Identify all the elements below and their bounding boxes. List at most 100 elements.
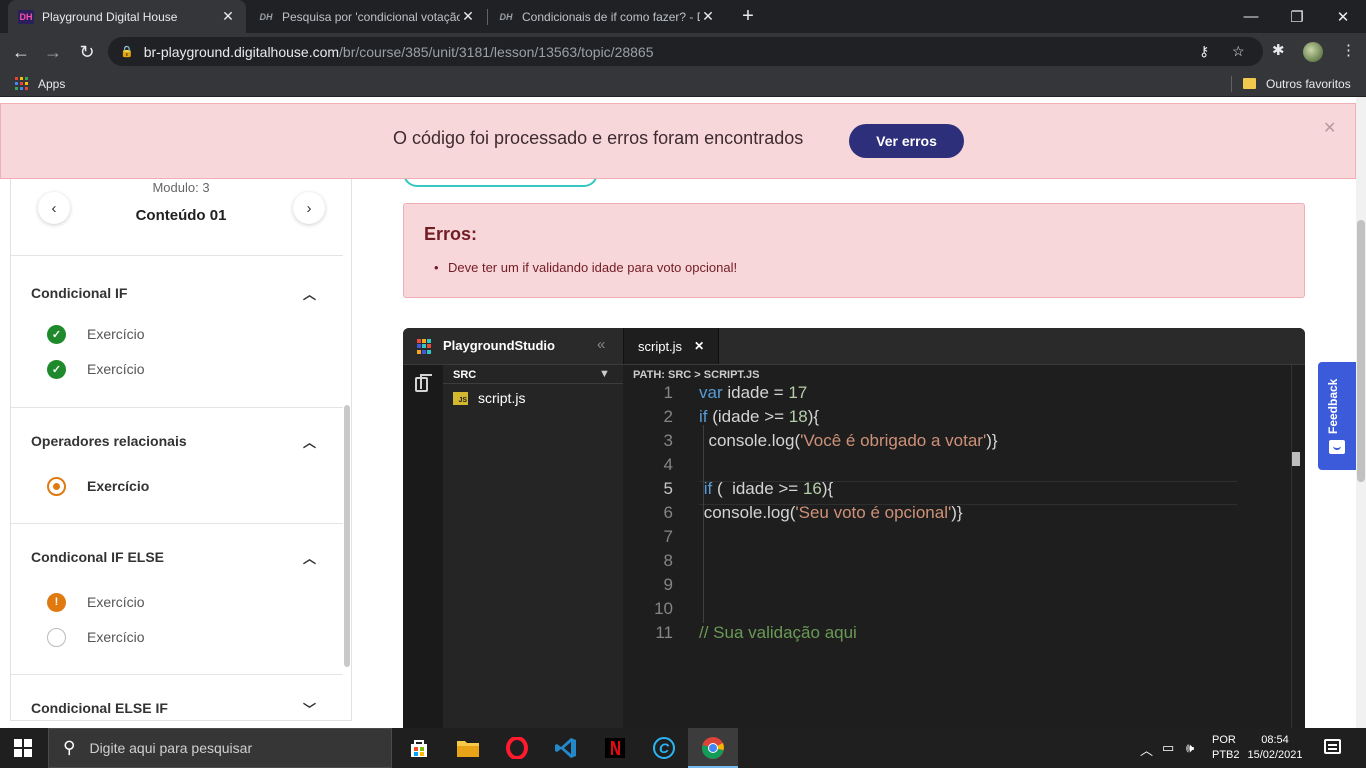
module-label: Modulo: 3: [152, 180, 210, 195]
system-clock[interactable]: 08:54 15/02/2021: [1246, 733, 1304, 763]
cortana-app-icon[interactable]: C: [649, 733, 679, 763]
chevron-up-icon[interactable]: ︿: [303, 284, 316, 303]
clock-date: 15/02/2021: [1247, 749, 1303, 761]
feedback-tab[interactable]: Feedback: [1318, 362, 1356, 470]
page-content: Modulo: 3 ‹ Conteúdo 01 › Condicional IF…: [0, 97, 1366, 728]
notifications-icon[interactable]: [1324, 739, 1341, 754]
close-window-button[interactable]: ✕: [1320, 0, 1366, 33]
tab-close-icon[interactable]: ✕: [220, 8, 236, 25]
profile-avatar[interactable]: [1303, 42, 1323, 62]
code-area[interactable]: 1 2 3 4 5 6 7 8 9 10 11 var idade = 17 if (idade >=…: [623, 383, 1293, 728]
tab-close-icon[interactable]: ✕: [460, 8, 476, 25]
minimize-button[interactable]: —: [1228, 0, 1274, 33]
other-bookmarks[interactable]: Outros favoritos: [1266, 77, 1351, 91]
course-sidebar: Modulo: 3 ‹ Conteúdo 01 › Condicional IF…: [10, 179, 352, 721]
extensions-icon[interactable]: ✱: [1272, 41, 1285, 59]
code-line[interactable]: var idade = 17: [699, 383, 807, 403]
store-icon[interactable]: [404, 733, 434, 763]
opera-icon[interactable]: [502, 733, 532, 763]
tab-close-icon[interactable]: ✕: [700, 8, 716, 25]
exercise-item[interactable]: ✓ Exercício: [47, 324, 145, 344]
folder-label[interactable]: SRC: [453, 369, 476, 381]
line-number: 3: [663, 431, 673, 450]
browser-tab-playground[interactable]: DH Playground Digital House ✕: [8, 0, 246, 33]
apps-bookmark[interactable]: Apps: [38, 77, 65, 91]
code-token: var: [699, 383, 723, 402]
show-hidden-icons-chevron-icon[interactable]: ︿: [1140, 740, 1153, 759]
back-button[interactable]: ←: [8, 39, 34, 65]
tab-title: Pesquisa por 'condicional votação: [282, 9, 460, 24]
code-token: console.log(: [699, 431, 801, 450]
close-icon[interactable]: ✕: [1323, 118, 1336, 138]
code-line[interactable]: console.log('Seu voto é opcional')}: [699, 503, 963, 523]
folder-icon: [1243, 78, 1256, 89]
digitalhouse-favicon-icon: DH: [499, 11, 513, 22]
section-title[interactable]: Condicional ELSE IF: [31, 700, 168, 716]
menu-kebab-icon[interactable]: ⋮: [1341, 41, 1356, 59]
code-line[interactable]: if (idade >= 18){: [699, 407, 819, 427]
line-number: 4: [663, 455, 673, 474]
netflix-icon[interactable]: [600, 733, 630, 763]
code-token: 'Você é obrigado a votar': [800, 431, 987, 450]
code-line[interactable]: // Sua validação aqui: [699, 623, 857, 643]
exercise-item[interactable]: Exercício: [47, 627, 145, 647]
chevron-up-icon[interactable]: ︿: [303, 432, 316, 451]
code-line[interactable]: console.log('Você é obrigado a votar')}: [699, 431, 998, 451]
browser-tab-condicionais[interactable]: DH Condicionais de if como fazer? - D ✕: [488, 0, 726, 33]
exercise-item[interactable]: Exercício: [47, 476, 149, 496]
key-icon[interactable]: ⚷: [1199, 43, 1209, 60]
clock-time: 08:54: [1261, 734, 1289, 746]
files-icon[interactable]: [415, 374, 432, 392]
code-token: console.log(: [699, 503, 796, 522]
close-tab-icon[interactable]: ✕: [694, 339, 704, 353]
collapse-sidebar-icon[interactable]: «: [597, 336, 605, 353]
exercise-item[interactable]: ✓ Exercício: [47, 359, 145, 379]
new-tab-button[interactable]: +: [737, 5, 759, 27]
code-token: ){: [821, 479, 834, 498]
chevron-down-icon[interactable]: ▼: [599, 368, 610, 380]
language-indicator[interactable]: POR PTB2: [1212, 733, 1240, 763]
reload-button[interactable]: ↻: [74, 39, 100, 65]
sidebar-scrollbar[interactable]: [344, 405, 350, 667]
browser-toolbar: ← → ↻ 🔒 br-playground.digitalhouse.com/b…: [0, 33, 1366, 70]
exercise-label: Exercício: [87, 594, 145, 610]
next-content-button[interactable]: ›: [293, 192, 325, 224]
address-bar[interactable]: 🔒 br-playground.digitalhouse.com/br/cour…: [108, 37, 1263, 66]
section-condicional-else-if: Condicional ELSE IF ﹀: [11, 674, 343, 720]
feedback-smile-icon: [1329, 440, 1345, 454]
section-title[interactable]: Condiconal IF ELSE: [31, 549, 164, 565]
current-radio-icon: [47, 476, 66, 496]
page-scrollbar-thumb[interactable]: [1357, 220, 1365, 482]
file-item-script-js[interactable]: JS script.js: [453, 390, 525, 406]
line-number: 8: [663, 551, 673, 570]
windows-taskbar: ⚲ Digite aqui para pesquisar C ︿ ▭ 🕪 POR…: [0, 728, 1366, 768]
code-token: )}: [986, 431, 998, 450]
chevron-up-icon[interactable]: ︿: [303, 548, 316, 567]
section-title[interactable]: Condicional IF: [31, 285, 127, 301]
view-errors-button[interactable]: Ver erros: [849, 124, 964, 158]
editor-scrollbar[interactable]: [1291, 365, 1305, 728]
editor-file-tab[interactable]: script.js ✕: [623, 328, 719, 364]
file-name: script.js: [478, 390, 526, 406]
url-path: /br/course/385/unit/3181/lesson/13563/to…: [339, 43, 654, 60]
volume-icon[interactable]: 🕪: [1186, 740, 1194, 756]
bookmark-star-icon[interactable]: ☆: [1232, 43, 1245, 60]
vscode-icon[interactable]: [551, 733, 581, 763]
battery-icon[interactable]: ▭: [1162, 740, 1174, 756]
chrome-icon[interactable]: [698, 733, 728, 763]
editor-scrollbar-thumb[interactable]: [1292, 452, 1300, 466]
apps-grid-icon[interactable]: [15, 77, 28, 90]
exercise-item[interactable]: ! Exercício: [47, 592, 145, 612]
code-line[interactable]: if ( idade >= 16){: [699, 479, 834, 499]
restore-button[interactable]: ❐: [1274, 0, 1320, 33]
section-title[interactable]: Operadores relacionais: [31, 433, 187, 449]
windows-start-icon[interactable]: [14, 739, 32, 757]
chevron-down-icon[interactable]: ﹀: [303, 699, 316, 718]
browser-tab-pesquisa[interactable]: DH Pesquisa por 'condicional votação ✕: [248, 0, 486, 33]
file-explorer-icon[interactable]: [453, 733, 483, 763]
forward-button[interactable]: →: [40, 39, 66, 65]
feedback-label: Feedback: [1326, 378, 1340, 434]
code-token: )}: [951, 503, 963, 522]
taskbar-search-input[interactable]: ⚲ Digite aqui para pesquisar: [48, 728, 392, 768]
bookmarks-separator: [1231, 76, 1232, 92]
